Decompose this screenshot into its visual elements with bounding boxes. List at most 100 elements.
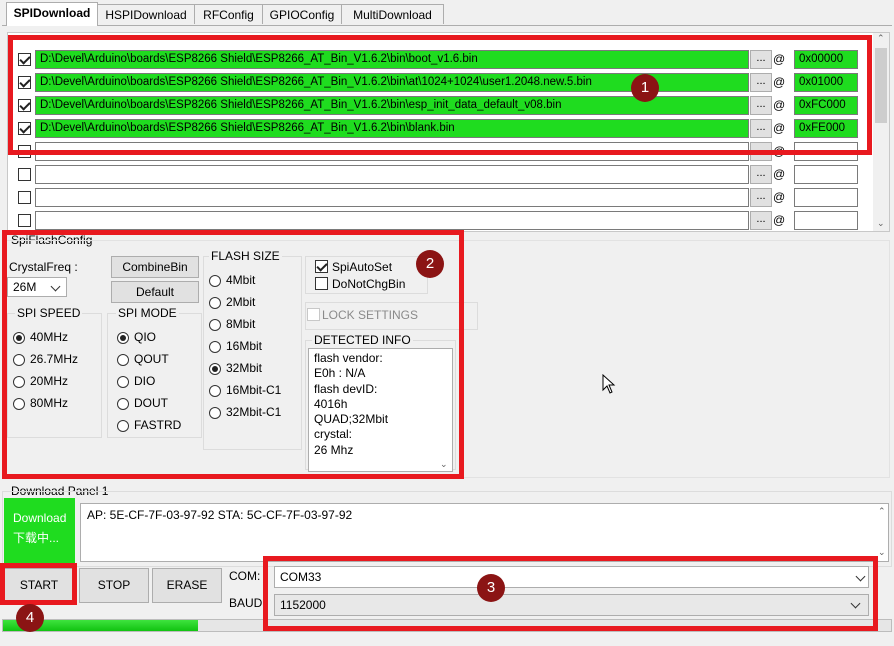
tab-rfconfig[interactable]: RFConfig bbox=[194, 4, 263, 24]
flash-address-field[interactable]: 0xFE000 bbox=[794, 119, 858, 138]
at-label: @ bbox=[773, 213, 786, 227]
file-path-field[interactable] bbox=[35, 211, 749, 230]
detected-info-line: E0h : N/A bbox=[314, 366, 366, 381]
flash-size-option-label: 32Mbit bbox=[226, 361, 263, 375]
tab-hspidownload[interactable]: HSPIDownload bbox=[97, 4, 195, 24]
scrollbar-thumb[interactable] bbox=[875, 48, 887, 123]
tab-multidownload[interactable]: MultiDownload bbox=[341, 4, 444, 24]
file-path-field[interactable]: D:\Devel\Arduino\boards\ESP8266 Shield\E… bbox=[35, 50, 749, 69]
detected-scroll-down-icon[interactable]: ⌄ bbox=[440, 459, 448, 470]
at-label: @ bbox=[773, 190, 786, 204]
donotchgbin-label: DoNotChgBin bbox=[332, 277, 406, 291]
com-port-select[interactable]: COM33 bbox=[274, 566, 869, 588]
download-log: AP: 5E-CF-7F-03-97-92 STA: 5C-CF-7F-03-9… bbox=[80, 503, 889, 562]
spi-speed-option-radio[interactable] bbox=[13, 398, 25, 410]
chevron-down-icon bbox=[50, 281, 61, 292]
file-path-field[interactable] bbox=[35, 188, 749, 207]
combine-bin-button[interactable]: CombineBin bbox=[111, 256, 199, 278]
donotchgbin-checkbox[interactable] bbox=[315, 277, 328, 290]
spiautoset-label: SpiAutoSet bbox=[332, 260, 393, 274]
browse-button[interactable]: ... bbox=[750, 142, 772, 161]
flash-address-field[interactable] bbox=[794, 188, 858, 207]
detected-info-line: QUAD;32Mbit bbox=[314, 412, 389, 427]
flash-size-option-radio[interactable] bbox=[209, 297, 221, 309]
download-status-text: Download bbox=[13, 511, 67, 525]
file-enable-checkbox[interactable] bbox=[18, 122, 31, 135]
stop-button[interactable]: STOP bbox=[79, 568, 149, 603]
file-enable-checkbox[interactable] bbox=[18, 76, 31, 89]
erase-button[interactable]: ERASE bbox=[152, 568, 222, 603]
download-log-text: AP: 5E-CF-7F-03-97-92 STA: 5C-CF-7F-03-9… bbox=[87, 508, 353, 522]
spi-speed-option-radio[interactable] bbox=[13, 332, 25, 344]
file-enable-checkbox[interactable] bbox=[18, 214, 31, 227]
flash-size-title: FLASH SIZE bbox=[209, 249, 282, 263]
browse-button[interactable]: ... bbox=[750, 50, 772, 69]
crystal-freq-select[interactable]: 26M bbox=[7, 277, 67, 297]
scroll-down-icon[interactable]: ⌄ bbox=[877, 218, 885, 229]
flash-address-field[interactable] bbox=[794, 211, 858, 230]
flash-address-field[interactable] bbox=[794, 165, 858, 184]
flash-size-option-label: 4Mbit bbox=[226, 273, 256, 287]
spi-mode-option-radio[interactable] bbox=[117, 376, 129, 388]
file-enable-checkbox[interactable] bbox=[18, 191, 31, 204]
annotation-badge-1: 1 bbox=[631, 74, 659, 102]
start-button[interactable]: START bbox=[4, 568, 74, 603]
spi-mode-option-radio[interactable] bbox=[117, 420, 129, 432]
lock-settings-checkbox[interactable] bbox=[307, 308, 320, 321]
file-enable-checkbox[interactable] bbox=[18, 99, 31, 112]
chevron-down-icon bbox=[850, 598, 861, 609]
browse-button[interactable]: ... bbox=[750, 96, 772, 115]
flash-size-option-radio[interactable] bbox=[209, 319, 221, 331]
tab-spidownload[interactable]: SPIDownload bbox=[6, 2, 98, 26]
at-label: @ bbox=[773, 121, 786, 135]
flash-size-option-radio[interactable] bbox=[209, 341, 221, 353]
file-enable-checkbox[interactable] bbox=[18, 145, 31, 158]
download-status-subtext: 下载中... bbox=[13, 531, 60, 545]
annotation-badge-3: 3 bbox=[477, 574, 505, 602]
spiautoset-checkbox[interactable] bbox=[315, 260, 328, 273]
detected-info-line: flash vendor: bbox=[314, 351, 383, 365]
baud-rate-select[interactable]: 1152000 bbox=[274, 594, 869, 616]
baud-rate-value: 1152000 bbox=[280, 598, 326, 612]
com-port-value: COM33 bbox=[280, 570, 322, 584]
spi-speed-option-radio[interactable] bbox=[13, 354, 25, 366]
annotation-badge-2: 2 bbox=[416, 250, 444, 278]
browse-button[interactable]: ... bbox=[750, 188, 772, 207]
tab-gpioconfig[interactable]: GPIOConfig bbox=[262, 4, 342, 24]
download-status-indicator: Download 下载中... bbox=[4, 498, 75, 563]
file-enable-checkbox[interactable] bbox=[18, 168, 31, 181]
log-scroll-down-icon[interactable]: ⌄ bbox=[878, 547, 886, 558]
browse-button[interactable]: ... bbox=[750, 73, 772, 92]
log-scroll-up-icon[interactable]: ⌃ bbox=[878, 506, 886, 517]
file-row: D:\Devel\Arduino\boards\ESP8266 Shield\E… bbox=[13, 95, 863, 117]
flash-size-option-radio[interactable] bbox=[209, 275, 221, 287]
mouse-cursor-icon bbox=[602, 374, 616, 394]
file-path-field[interactable]: D:\Devel\Arduino\boards\ESP8266 Shield\E… bbox=[35, 119, 749, 138]
scroll-up-icon[interactable]: ⌃ bbox=[877, 33, 885, 44]
spi-mode-option-radio[interactable] bbox=[117, 398, 129, 410]
at-label: @ bbox=[773, 144, 786, 158]
spi-speed-title: SPI SPEED bbox=[15, 306, 83, 320]
browse-button[interactable]: ... bbox=[750, 119, 772, 138]
browse-button[interactable]: ... bbox=[750, 211, 772, 230]
flash-size-option-radio[interactable] bbox=[209, 407, 221, 419]
spi-speed-option-radio[interactable] bbox=[13, 376, 25, 388]
flash-address-field[interactable]: 0x00000 bbox=[794, 50, 858, 69]
default-button[interactable]: Default bbox=[111, 281, 199, 303]
spi-mode-option-radio[interactable] bbox=[117, 332, 129, 344]
file-enable-checkbox[interactable] bbox=[18, 53, 31, 66]
spi-mode-option-label: QIO bbox=[134, 330, 157, 344]
file-row: ... @ bbox=[13, 164, 863, 186]
file-path-field[interactable] bbox=[35, 142, 749, 161]
flash-address-field[interactable]: 0x01000 bbox=[794, 73, 858, 92]
file-path-field[interactable] bbox=[35, 165, 749, 184]
flash-address-field[interactable]: 0xFC000 bbox=[794, 96, 858, 115]
spi-mode-option-label: DOUT bbox=[134, 396, 168, 410]
flash-size-option-radio[interactable] bbox=[209, 385, 221, 397]
spi-speed-option-label: 26.7MHz bbox=[30, 352, 79, 366]
spi-speed-option-label: 80MHz bbox=[30, 396, 69, 410]
browse-button[interactable]: ... bbox=[750, 165, 772, 184]
flash-address-field[interactable] bbox=[794, 142, 858, 161]
spi-mode-option-radio[interactable] bbox=[117, 354, 129, 366]
flash-size-option-radio[interactable] bbox=[209, 363, 221, 375]
